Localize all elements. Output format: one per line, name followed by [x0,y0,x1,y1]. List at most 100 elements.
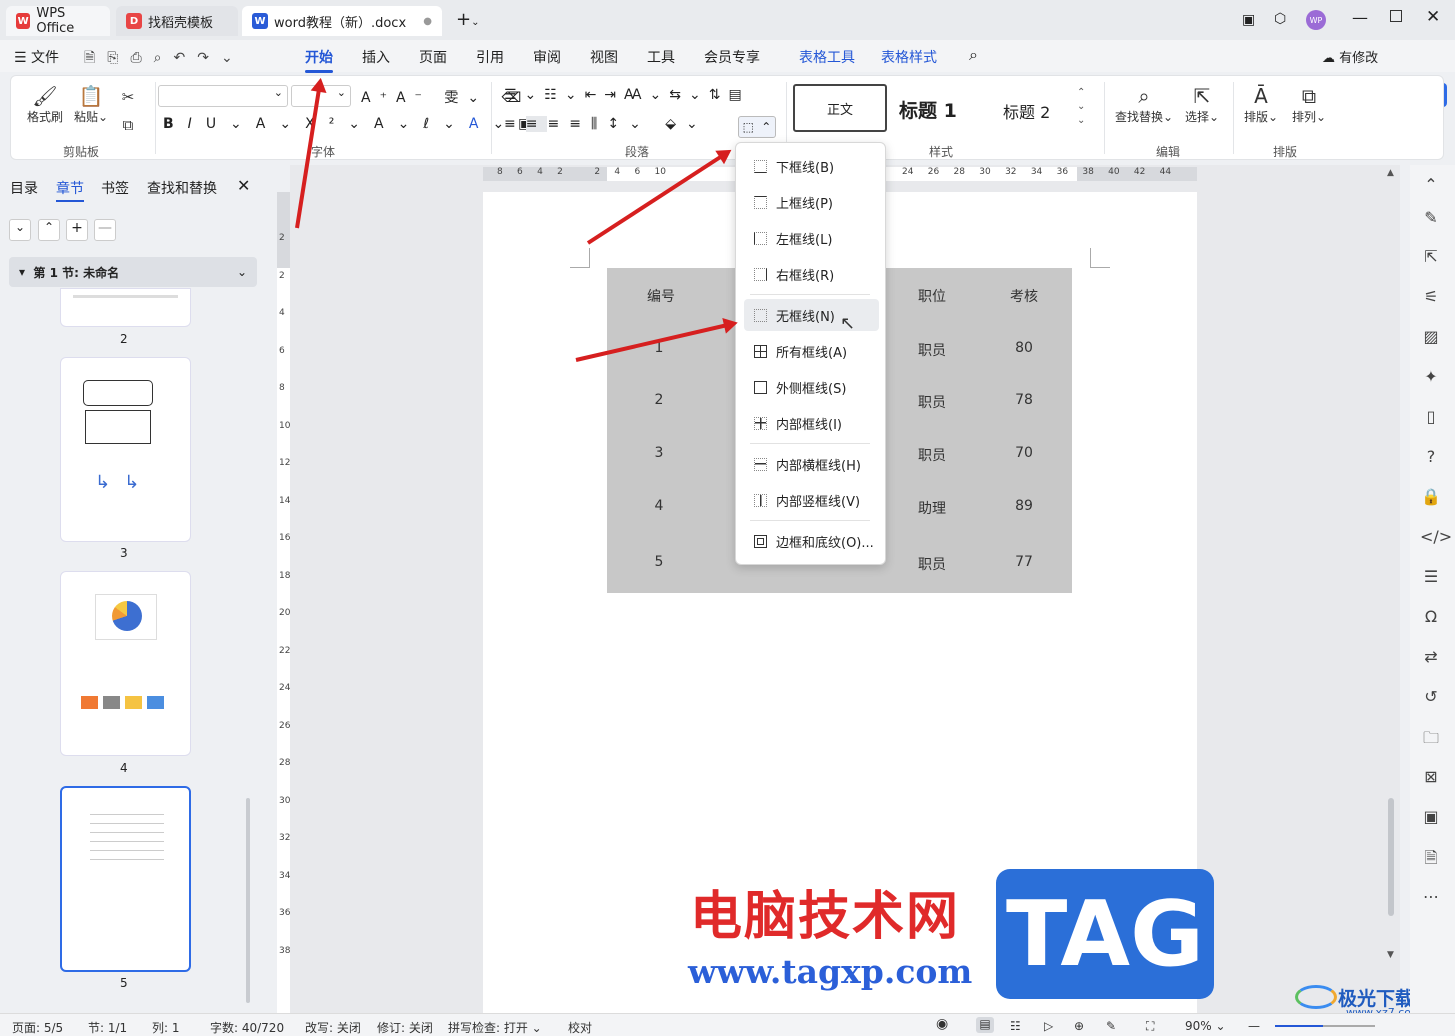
layout-icon[interactable]: ▣ [1242,12,1255,28]
search-icon[interactable]: ⌕ [969,45,978,65]
style-heading2[interactable]: 标题 2 [1003,99,1050,123]
table-cell[interactable]: 职员 [902,340,962,360]
close-button[interactable]: ✕ [1426,7,1440,27]
page-thumb-3[interactable]: ↳↳ [60,357,191,542]
tab-word-doc[interactable]: W word教程（新）.docx ● [242,6,442,36]
history-icon[interactable]: ↺ [1420,687,1442,709]
minimize-button[interactable]: — [1352,8,1368,27]
status-page[interactable]: 页面: 5/5 [12,1019,63,1036]
paste-button[interactable]: 📋 粘贴⌄ [73,84,109,125]
table-cell[interactable]: 助理 [902,498,962,518]
table-cell[interactable]: 2 [629,392,689,408]
excel-icon[interactable]: ⊠ [1420,767,1442,789]
tab-docer[interactable]: D 找稻壳模板 [116,6,238,36]
file-menu[interactable]: ☰ 文件 [14,47,59,67]
add-section-button[interactable]: + [66,219,88,241]
menu-tools[interactable]: 工具 [647,47,675,67]
menu-item-bottom-border[interactable]: 下框线(B) [744,150,879,182]
eye-icon[interactable]: ◉ [936,1016,948,1032]
quick-access-icons[interactable]: 🗎⎘⎙⌕↶↷⌄ [84,47,245,71]
alignment-icons[interactable]: ≡≡≡≡⫼↕⌄ ⬙⌄ [504,116,708,132]
scroll-down-arrow[interactable]: ▼ [1387,950,1394,960]
table-cell[interactable]: 职员 [902,554,962,574]
book-icon[interactable]: ▯ [1420,407,1442,429]
maximize-button[interactable] [1390,10,1402,22]
menu-start[interactable]: 开始 [305,47,333,73]
format-painter-button[interactable]: 🖌 格式刷 [27,84,63,125]
table-cell[interactable]: 80 [994,340,1054,356]
zoom-level[interactable]: 90% ⌄ [1185,1019,1226,1033]
status-word-count[interactable]: 字数: 40/720 [210,1019,284,1036]
table-header-cell[interactable]: 编号 [631,286,691,306]
tab-wps-office[interactable]: W WPS Office [6,6,110,36]
arrange-button[interactable]: ⧉ 排列⌄ [1289,84,1329,125]
pen-mode-icon[interactable]: ✎ [1106,1019,1116,1033]
cube-icon[interactable]: ⬡ [1274,11,1286,27]
nav-tab-find[interactable]: 查找和替换 [147,178,217,198]
new-tab-button[interactable]: +⌄ [456,9,479,30]
expand-down-button[interactable]: ⌄ [9,219,31,241]
collapse-icon[interactable]: ⌃ [1420,175,1442,197]
status-revision[interactable]: 修订: 关闭 [377,1019,433,1036]
status-section[interactable]: 节: 1/1 [88,1019,127,1036]
list-indent-icons[interactable]: ☰⌄☷⌄⇤⇥Ꜳ⌄⇆⌄⇅▤ [504,87,750,103]
menu-item-inside-vertical[interactable]: 内部竖框线(V) [744,484,879,516]
table-cell[interactable]: 70 [994,445,1054,461]
menu-review[interactable]: 审阅 [533,47,561,67]
table-cell[interactable]: 4 [629,498,689,514]
menu-item-outside-borders[interactable]: 外侧框线(S) [744,371,879,403]
web-view-icon[interactable]: ⊕ [1074,1019,1084,1033]
menu-view[interactable]: 视图 [590,47,618,67]
remove-section-button[interactable]: — [94,219,116,241]
nav-tab-toc[interactable]: 目录 [10,178,38,198]
pointer-icon[interactable]: ⇱ [1420,247,1442,269]
document-scrollbar-thumb[interactable] [1388,798,1394,916]
list-icon[interactable]: ☰ [1420,567,1442,589]
nav-tab-section[interactable]: 章节 [56,178,84,202]
status-overwrite[interactable]: 改写: 关闭 [305,1019,361,1036]
style-normal[interactable]: 正文 [793,84,887,132]
table-cell[interactable]: 89 [994,498,1054,514]
table-cell[interactable]: 5 [629,554,689,570]
cut-icon[interactable]: ✂ [118,88,138,106]
collapse-up-button[interactable]: ⌃ [38,219,60,241]
menu-item-top-border[interactable]: 上框线(P) [744,186,879,218]
folder-icon[interactable]: 🗀 [1420,727,1442,749]
image-icon[interactable]: ▣ [1420,807,1442,829]
zoom-slider[interactable] [1275,1025,1375,1027]
nav-tab-bookmark[interactable]: 书签 [101,178,129,198]
menu-item-right-border[interactable]: 右框线(R) [744,258,879,290]
pen-icon[interactable]: ✎ [1420,208,1442,230]
table-cell[interactable]: 3 [629,445,689,461]
menu-item-inside-horizontal[interactable]: 内部横框线(H) [744,448,879,480]
menu-page[interactable]: 页面 [419,47,447,67]
table-cell[interactable]: 职员 [902,445,962,465]
page-thumb-4[interactable] [60,571,191,756]
font-family-select[interactable]: ⌄ [158,85,288,107]
menu-member[interactable]: 会员专享 [704,47,760,67]
translate-icon[interactable]: ⇄ [1420,647,1442,669]
omega-icon[interactable]: Ω [1420,607,1442,629]
menu-item-inside-borders[interactable]: 内部框线(I) [744,407,879,439]
magic-wand-icon[interactable]: ✦ [1420,367,1442,389]
code-icon[interactable]: </> [1420,527,1452,549]
page-thumb-2[interactable] [60,288,191,327]
style-heading1[interactable]: 标题 1 [899,96,957,123]
help-icon[interactable]: ? [1420,447,1442,469]
select-button[interactable]: ⇱ 选择⌄ [1181,84,1223,125]
lock-icon[interactable]: 🔒 [1420,487,1442,509]
section-header[interactable]: ▾ 第 1 节: 未命名 ⌄ [9,257,257,287]
avatar[interactable]: WP [1306,10,1326,30]
fit-icon[interactable]: ⛶ [1146,1019,1154,1034]
style-scroll-arrows[interactable]: ⌃ ⌄ ⌄ [1077,86,1085,128]
typeset-button[interactable]: Ā 排版⌄ [1241,84,1281,125]
menu-item-left-border[interactable]: 左框线(L) [744,222,879,254]
table-cell[interactable]: 78 [994,392,1054,408]
table-header-cell[interactable]: 职位 [902,286,962,306]
outline-view-icon[interactable]: ☷ [1010,1019,1021,1033]
close-icon[interactable]: ✕ [237,176,250,195]
more-icon[interactable]: ⋯ [1420,887,1442,909]
scroll-up-arrow[interactable]: ▲ [1387,168,1397,184]
document-icon[interactable]: 🗎 [1420,847,1442,869]
font-format-icons[interactable]: BIU⌄A⌄X²⌄A⌄ℓ⌄A⌄▣ [163,116,545,132]
